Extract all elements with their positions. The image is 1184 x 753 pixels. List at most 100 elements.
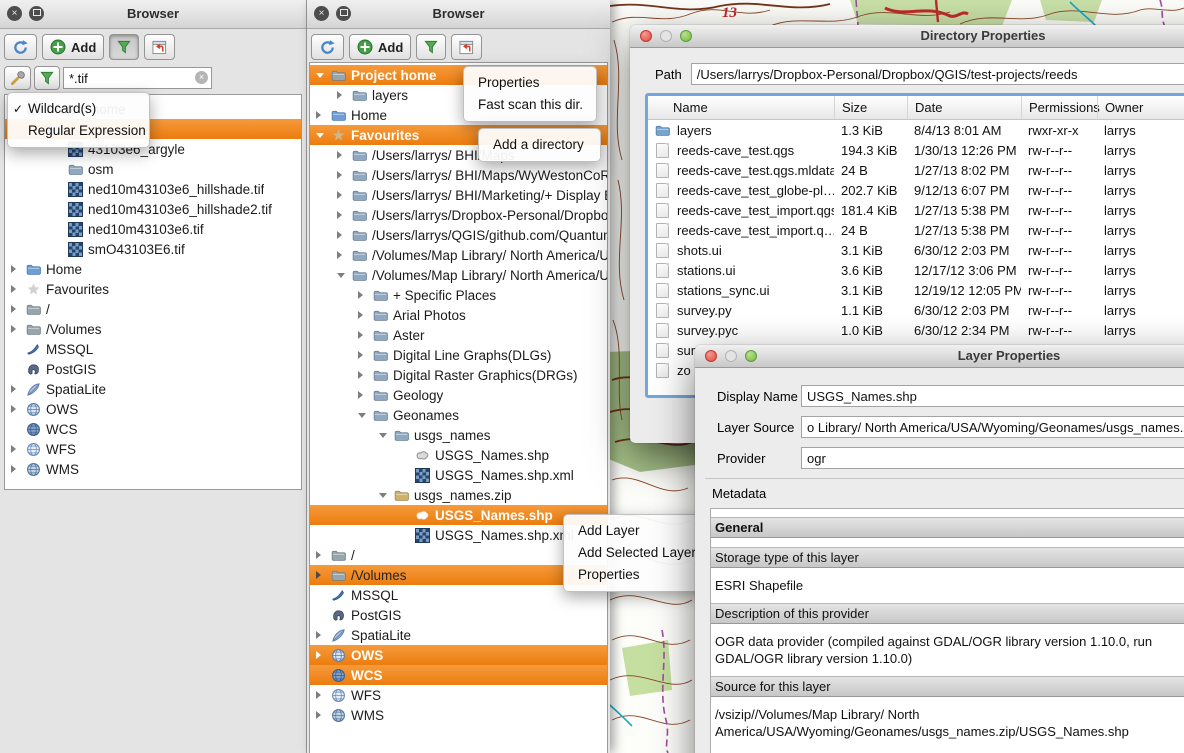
tree-item[interactable]: Digital Line Graphs(DLGs) xyxy=(310,345,607,365)
chevron-down-icon[interactable] xyxy=(358,413,372,418)
chevron-right-icon[interactable] xyxy=(337,251,351,259)
chevron-right-icon[interactable] xyxy=(11,305,25,313)
table-row[interactable]: reeds-cave_test.qgs194.3 KiB1/30/13 12:2… xyxy=(648,140,1184,160)
tree-item[interactable]: /Volumes xyxy=(5,319,301,339)
table-row[interactable]: reeds-cave_test_import.q…24 B1/27/13 5:3… xyxy=(648,220,1184,240)
chevron-right-icon[interactable] xyxy=(11,465,25,473)
tree-item[interactable]: ned10m43103e6_hillshade2.tif xyxy=(5,199,301,219)
tree-item[interactable]: Geology xyxy=(310,385,607,405)
tree-item[interactable]: SpatiaLite xyxy=(310,625,607,645)
tree-item[interactable]: Aster xyxy=(310,325,607,345)
filter-toggle-button[interactable] xyxy=(416,34,446,60)
menu-item-properties[interactable]: Properties xyxy=(564,564,704,586)
chevron-right-icon[interactable] xyxy=(316,691,330,699)
chevron-right-icon[interactable] xyxy=(316,651,330,659)
tree-item[interactable]: Home xyxy=(5,259,301,279)
add-button[interactable]: Add xyxy=(349,34,411,60)
refresh-button[interactable] xyxy=(311,34,344,60)
tree-item[interactable]: PostGIS xyxy=(5,359,301,379)
tree-item[interactable]: Arial Photos xyxy=(310,305,607,325)
filter-options-button[interactable] xyxy=(4,66,31,90)
chevron-right-icon[interactable] xyxy=(11,325,25,333)
menu-item-add-selected-layers[interactable]: Add Selected Layers xyxy=(564,542,704,564)
chevron-down-icon[interactable] xyxy=(316,73,330,78)
column-header-date[interactable]: Date xyxy=(907,96,1021,119)
tree-item[interactable]: WMS xyxy=(5,459,301,479)
chevron-right-icon[interactable] xyxy=(11,405,25,413)
column-header-permissions[interactable]: Permissions xyxy=(1021,96,1097,119)
chevron-right-icon[interactable] xyxy=(316,631,330,639)
menu-item-wildcards[interactable]: ✓Wildcard(s) xyxy=(8,98,149,120)
tree-item[interactable]: ned10m43103e6_hillshade.tif xyxy=(5,179,301,199)
menu-item-add-directory[interactable]: Add a directory xyxy=(479,134,600,156)
table-row[interactable]: stations.ui3.6 KiB12/17/12 3:06 PMrw-r--… xyxy=(648,260,1184,280)
apply-filter-button[interactable] xyxy=(34,66,60,90)
tree-item[interactable]: MSSQL xyxy=(5,339,301,359)
chevron-right-icon[interactable] xyxy=(358,311,372,319)
tree-item[interactable]: /Users/larrys/QGIS/github.com/Quantum xyxy=(310,225,607,245)
tree-item[interactable]: ★Favourites xyxy=(5,279,301,299)
layer-source-input[interactable] xyxy=(801,416,1184,438)
tree-item[interactable]: Geonames xyxy=(310,405,607,425)
clear-filter-icon[interactable]: × xyxy=(195,71,208,84)
menu-item-properties[interactable]: Properties xyxy=(464,72,596,94)
tree-item[interactable]: WFS xyxy=(310,685,607,705)
tree-item[interactable]: Digital Raster Graphics(DRGs) xyxy=(310,365,607,385)
tree-item[interactable]: USGS_Names.shp.xml xyxy=(310,465,607,485)
display-name-input[interactable] xyxy=(801,385,1184,407)
dialog-titlebar[interactable]: Directory Properties xyxy=(630,25,1184,48)
chevron-right-icon[interactable] xyxy=(11,285,25,293)
chevron-right-icon[interactable] xyxy=(316,571,330,579)
tree-item[interactable]: /Volumes/Map Library/ North America/U xyxy=(310,245,607,265)
menu-item-regular-expression[interactable]: Regular Expression xyxy=(8,120,149,142)
collapse-tree-button[interactable] xyxy=(144,34,175,60)
chevron-down-icon[interactable] xyxy=(337,273,351,278)
column-header-owner[interactable]: Owner xyxy=(1097,96,1184,119)
collapse-tree-button[interactable] xyxy=(451,34,482,60)
tree-item[interactable]: osm xyxy=(5,159,301,179)
table-row[interactable]: shots.ui3.1 KiB6/30/12 2:03 PMrw-r--r--l… xyxy=(648,240,1184,260)
tree-item[interactable]: USGS_Names.shp xyxy=(310,445,607,465)
tree-item[interactable]: WCS xyxy=(5,419,301,439)
menu-item-add-layer[interactable]: Add Layer xyxy=(564,520,704,542)
table-row[interactable]: stations_sync.ui3.1 KiB12/19/12 12:05 PM… xyxy=(648,280,1184,300)
table-row[interactable]: reeds-cave_test_globe-pl…202.7 KiB9/12/1… xyxy=(648,180,1184,200)
path-input[interactable] xyxy=(691,63,1184,85)
tree-item[interactable]: WMS xyxy=(310,705,607,725)
filter-input[interactable] xyxy=(63,67,212,89)
chevron-right-icon[interactable] xyxy=(358,291,372,299)
column-header-name[interactable]: Name xyxy=(648,96,834,119)
chevron-right-icon[interactable] xyxy=(316,111,330,119)
chevron-right-icon[interactable] xyxy=(337,91,351,99)
tree-item[interactable]: /Users/larrys/Dropbox-Personal/Dropbo xyxy=(310,205,607,225)
chevron-right-icon[interactable] xyxy=(316,551,330,559)
chevron-down-icon[interactable] xyxy=(379,493,393,498)
chevron-right-icon[interactable] xyxy=(337,231,351,239)
tree-item[interactable]: OWS xyxy=(5,399,301,419)
chevron-right-icon[interactable] xyxy=(316,711,330,719)
tree-item[interactable]: usgs_names.zip xyxy=(310,485,607,505)
table-row[interactable]: reeds-cave_test.qgs.mldata24 B1/27/13 8:… xyxy=(648,160,1184,180)
tree-item[interactable]: SpatiaLite xyxy=(5,379,301,399)
tree-item[interactable]: / xyxy=(5,299,301,319)
tree-item[interactable]: WCS xyxy=(310,665,607,685)
tree-item[interactable]: /Volumes/Map Library/ North America/U xyxy=(310,265,607,285)
tree-item[interactable]: usgs_names xyxy=(310,425,607,445)
chevron-right-icon[interactable] xyxy=(358,371,372,379)
tree-item[interactable]: ned10m43103e6.tif xyxy=(5,219,301,239)
filter-toggle-button[interactable] xyxy=(109,34,139,60)
chevron-right-icon[interactable] xyxy=(358,351,372,359)
chevron-right-icon[interactable] xyxy=(337,191,351,199)
chevron-right-icon[interactable] xyxy=(11,385,25,393)
tree-item[interactable]: /Users/larrys/ BHI/Marketing/+ Display E xyxy=(310,185,607,205)
chevron-right-icon[interactable] xyxy=(358,331,372,339)
chevron-right-icon[interactable] xyxy=(11,265,25,273)
metadata-view[interactable]: GeneralStorage type of this layerESRI Sh… xyxy=(710,508,1184,753)
chevron-down-icon[interactable] xyxy=(379,433,393,438)
provider-input[interactable] xyxy=(801,447,1184,469)
column-header-size[interactable]: Size xyxy=(834,96,907,119)
table-row[interactable]: layers1.3 KiB8/4/13 8:01 AMrwxr-xr-xlarr… xyxy=(648,120,1184,140)
tree-item[interactable]: PostGIS xyxy=(310,605,607,625)
tree-item[interactable]: /Users/larrys/ BHI/Maps/WyWestonCoRa xyxy=(310,165,607,185)
chevron-right-icon[interactable] xyxy=(337,211,351,219)
